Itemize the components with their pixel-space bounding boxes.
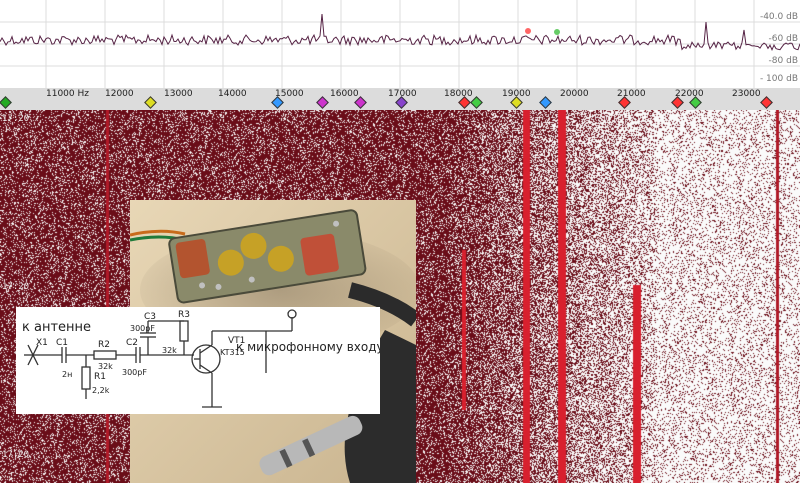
freq-label: 12000 — [105, 89, 134, 99]
freq-label: 23000 — [732, 89, 761, 99]
freq-label: 18000 — [444, 89, 473, 99]
c2-value: 300pF — [122, 368, 147, 377]
freq-label: 16000 — [330, 89, 359, 99]
c2-label: C2 — [126, 338, 138, 348]
spectrum-panel[interactable]: -40.0 dB -60 dB -80 dB - 100 dB — [0, 0, 800, 89]
diamond-marker-icon[interactable] — [539, 96, 552, 109]
r2-value: 32k — [98, 362, 113, 371]
x1-label: X1 — [36, 338, 48, 348]
db-label: -60 dB — [768, 34, 798, 44]
time-label: 17:20 — [2, 114, 30, 124]
time-label: 17:20 — [2, 450, 30, 460]
freq-label: 20000 — [560, 89, 589, 99]
db-label: -80 dB — [768, 56, 798, 66]
time-label: 17:20 — [2, 282, 30, 292]
db-label: - 100 dB — [759, 74, 798, 84]
peak-marker-green — [554, 29, 560, 35]
diamond-marker-icon[interactable] — [0, 96, 12, 109]
mic-input-label: к микрофонному входу — [236, 340, 380, 354]
r1-value: 2,2k — [92, 386, 110, 395]
r3-label: R3 — [178, 310, 190, 320]
resistor-body — [300, 233, 339, 276]
frequency-axis[interactable]: 11000 Hz 12000 13000 14000 15000 16000 1… — [0, 88, 800, 111]
freq-label: 14000 — [218, 89, 247, 99]
diamond-marker-icon[interactable] — [760, 96, 773, 109]
c3-value: 300pF — [130, 324, 155, 333]
c3-label: C3 — [144, 312, 156, 322]
r3-value: 32k — [162, 346, 177, 355]
spectrum-graph — [0, 0, 800, 88]
freq-label: 11000 Hz — [46, 89, 89, 99]
c1-label: C1 — [56, 338, 68, 348]
spectrum-grid — [0, 0, 800, 88]
diamond-marker-icon[interactable] — [144, 96, 157, 109]
r2-label: R2 — [98, 340, 110, 350]
antenna-label: к антенне — [22, 320, 91, 335]
circuit-schematic: к антенне X1 C1 2н R2 32k R1 2,2k C2 300… — [16, 307, 384, 414]
db-label: -40.0 dB — [759, 12, 798, 22]
capacitor-body — [175, 239, 210, 279]
diamond-marker-icon[interactable] — [316, 96, 329, 109]
r1-label: R1 — [94, 372, 106, 382]
peak-marker-red — [525, 28, 531, 34]
freq-label: 13000 — [164, 89, 193, 99]
c1-value: 2н — [62, 370, 72, 379]
